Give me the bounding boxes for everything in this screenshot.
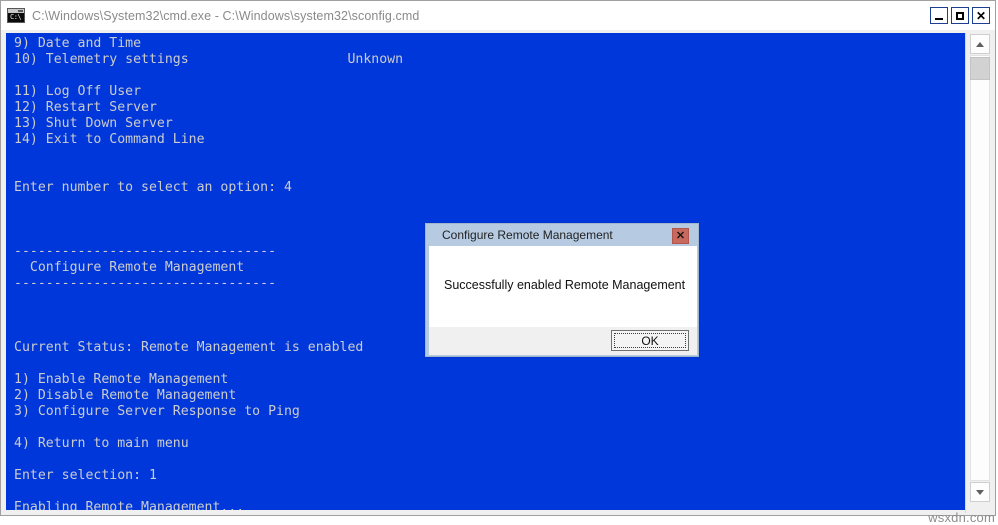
dialog-title-text: Configure Remote Management <box>442 228 613 242</box>
maximize-button[interactable] <box>951 7 969 24</box>
scrollbar-thumb[interactable] <box>970 57 990 80</box>
console-scrollbar[interactable] <box>965 33 994 513</box>
maximize-icon <box>956 11 964 20</box>
ok-button-label: OK <box>641 333 659 348</box>
dialog-body: Successfully enabled Remote Management <box>429 246 697 327</box>
window-title-bar[interactable]: C:\ C:\Windows\System32\cmd.exe - C:\Win… <box>1 1 995 30</box>
dialog-message-text: Successfully enabled Remote Management <box>444 278 686 292</box>
scroll-up-arrow-icon <box>976 41 984 47</box>
minimize-button[interactable] <box>930 7 948 24</box>
dialog-close-button[interactable]: ✕ <box>672 228 689 244</box>
scroll-down-arrow-icon <box>976 489 984 495</box>
cmd-console-icon: C:\ <box>7 8 25 23</box>
cmd-icon-prompt: C:\ <box>10 13 22 21</box>
ok-button[interactable]: OK <box>611 330 689 351</box>
close-button[interactable]: ✕ <box>972 7 990 24</box>
close-icon: ✕ <box>975 8 987 23</box>
dialog-close-icon: ✕ <box>675 229 686 242</box>
dialog-title-bar[interactable]: Configure Remote Management <box>426 224 698 246</box>
console-window: C:\ C:\Windows\System32\cmd.exe - C:\Win… <box>0 0 996 516</box>
scrollbar-track[interactable] <box>970 55 990 481</box>
scroll-down-button[interactable] <box>970 482 990 502</box>
scroll-up-button[interactable] <box>970 34 990 54</box>
configure-remote-management-dialog: Configure Remote Management ✕ Successful… <box>425 223 699 357</box>
minimize-icon <box>935 17 943 20</box>
window-title-text: C:\Windows\System32\cmd.exe - C:\Windows… <box>32 8 420 23</box>
watermark: wsxdn.com <box>928 510 995 525</box>
dialog-footer: OK <box>429 327 697 355</box>
window-controls: ✕ <box>930 7 990 24</box>
